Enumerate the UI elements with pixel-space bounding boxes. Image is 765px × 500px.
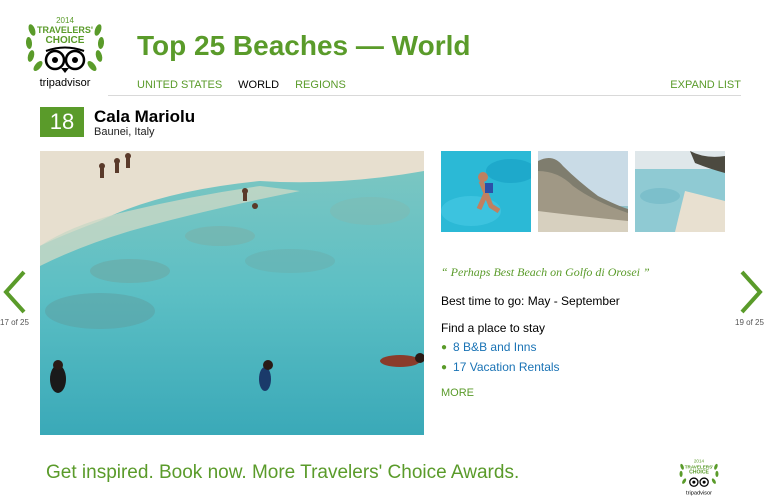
footer-cta[interactable]: Get inspired. Book now. More Travelers' …: [46, 462, 519, 484]
logo-year: 2014: [56, 16, 74, 25]
nav-world[interactable]: WORLD: [238, 79, 279, 91]
stay-links: ● 8 B&B and Inns ● 17 Vacation Rentals: [441, 340, 560, 380]
logo-line1: TRAVELERS': [37, 25, 93, 35]
header-divider: [108, 95, 741, 96]
thumbnail-shore[interactable]: [635, 151, 725, 232]
logo-brand: tripadvisor: [40, 77, 91, 89]
thumbnail-cliffs[interactable]: [538, 151, 628, 232]
logo-line2: CHOICE: [46, 35, 85, 46]
main-beach-photo[interactable]: [40, 151, 424, 435]
travelers-choice-logo: 2014 TRAVELERS' CHOICE tripadvisor: [25, 16, 105, 89]
page-title: Top 25 Beaches — World: [137, 30, 471, 61]
vacation-rentals-link[interactable]: 17 Vacation Rentals: [453, 360, 560, 374]
next-arrow-icon[interactable]: [738, 270, 764, 314]
beach-location: Baunei, Italy: [94, 126, 155, 138]
rank-badge: 18: [40, 107, 84, 137]
more-link[interactable]: MORE: [441, 387, 474, 399]
thumbnail-swimmer[interactable]: [441, 151, 531, 232]
bullet-icon: ●: [441, 361, 448, 373]
list-item: ● 17 Vacation Rentals: [441, 360, 560, 374]
next-counter: 19 of 25: [735, 318, 764, 327]
footer-logo-line2: CHOICE: [689, 469, 709, 475]
find-stay-label: Find a place to stay: [441, 321, 546, 335]
top-nav: UNITED STATES WORLD REGIONS: [137, 79, 346, 91]
bullet-icon: ●: [441, 341, 448, 353]
nav-united-states[interactable]: UNITED STATES: [137, 79, 222, 91]
footer-travelers-choice-logo: 2014 TRAVELERS' CHOICE tripadvisor: [679, 459, 719, 496]
beach-quote: “ Perhaps Best Beach on Golfo di Orosei …: [441, 265, 650, 279]
footer-logo-line1: TRAVELERS': [685, 464, 714, 469]
prev-arrow-icon[interactable]: [2, 270, 28, 314]
footer-logo-year: 2014: [694, 459, 705, 464]
expand-list-link[interactable]: EXPAND LIST: [670, 79, 741, 91]
best-time-to-go: Best time to go: May - September: [441, 294, 620, 308]
beach-name: Cala Mariolu: [94, 107, 196, 126]
owl-eyes-icon: [44, 46, 86, 73]
nav-regions[interactable]: REGIONS: [295, 79, 346, 91]
footer-logo-brand: tripadvisor: [686, 490, 712, 496]
prev-counter: 17 of 25: [0, 318, 29, 327]
list-item: ● 8 B&B and Inns: [441, 340, 560, 354]
bnb-inns-link[interactable]: 8 B&B and Inns: [453, 340, 536, 354]
